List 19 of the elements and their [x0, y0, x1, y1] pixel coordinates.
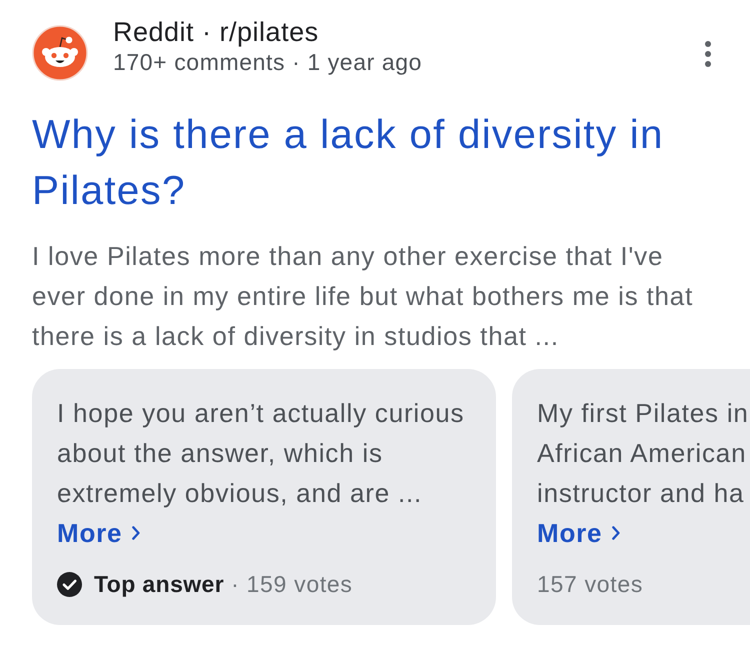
answer-text: I hope you aren’t actually curious about the answer, which is extremely obvious, and are ...	[57, 397, 466, 510]
chevron-right-icon	[132, 526, 140, 540]
site-logo-icon	[32, 25, 88, 81]
chevron-right-icon	[612, 526, 620, 540]
result-snippet: I love Pilates more than any other exercise that I've ever done in my entire life but what bothers me is that there is a lack of diversity in studios that ...	[32, 240, 694, 353]
post-meta: 170+ comments · 1 year ago	[113, 48, 422, 77]
more-link[interactable]: More	[537, 513, 620, 553]
vote-count: · 159 votes	[231, 570, 353, 598]
more-link[interactable]: More	[57, 513, 140, 553]
answer-card[interactable]: I hope you aren’t actually curious about the answer, which is extremely obvious, and are ... More Top answer · 159 votes	[32, 369, 496, 625]
result-title-link[interactable]: Why is there a lack of diversity in Pilates?	[32, 106, 750, 218]
more-options-icon	[705, 41, 711, 67]
top-answer-label: Top answer	[94, 570, 224, 598]
answer-card[interactable]: My first Pilates in African American instructor and ha More 157 votes	[512, 369, 750, 625]
answer-text: My first Pilates in African American instructor and ha	[537, 397, 749, 510]
source-name[interactable]: Reddit · r/pilates	[113, 17, 422, 47]
vote-count: 157 votes	[537, 570, 644, 598]
check-circle-icon	[57, 572, 82, 596]
more-options-button[interactable]	[702, 40, 714, 68]
